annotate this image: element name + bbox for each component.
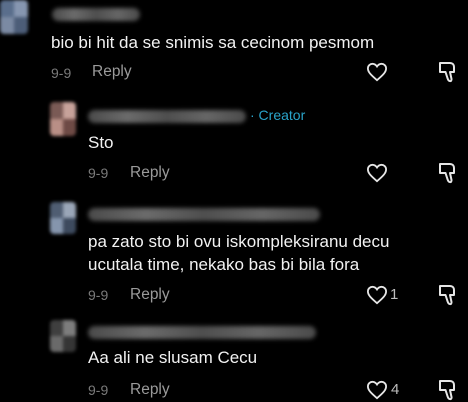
reply-button[interactable]: Reply bbox=[130, 286, 170, 304]
comment-date: 9-9 bbox=[88, 382, 109, 398]
comment-text: Sto bbox=[88, 133, 114, 152]
comment-text-line: pa zato sto bi ovu iskompleksiranu decu bbox=[88, 232, 390, 251]
comment-date: 9-9 bbox=[51, 65, 72, 81]
comment-text: Aa ali ne slusam Cecu bbox=[88, 348, 258, 367]
dislike-icon[interactable] bbox=[437, 60, 459, 84]
like-count: 1 bbox=[390, 286, 399, 303]
dislike-icon[interactable] bbox=[437, 378, 459, 402]
comment-item: · Creator Sto 9-9 Reply bbox=[0, 92, 468, 200]
dislike-icon[interactable] bbox=[437, 283, 459, 307]
comment-text-line: ucutala time, nekako bas bi bila fora bbox=[88, 255, 360, 274]
comment-item: Aa ali ne slusam Cecu 9-9 Reply 4 bbox=[0, 316, 468, 402]
comment-date: 9-9 bbox=[88, 287, 109, 303]
username[interactable] bbox=[88, 326, 316, 339]
avatar[interactable] bbox=[50, 202, 76, 234]
heart-icon[interactable] bbox=[366, 62, 388, 82]
reply-button[interactable]: Reply bbox=[92, 63, 132, 81]
like-count: 4 bbox=[391, 381, 400, 398]
avatar[interactable] bbox=[50, 320, 76, 352]
comment-text: bio bi hit da se snimis sa cecinom pesmo… bbox=[51, 33, 375, 52]
reply-button[interactable]: Reply bbox=[130, 164, 170, 182]
comment-date: 9-9 bbox=[88, 165, 109, 181]
avatar[interactable] bbox=[0, 0, 28, 34]
heart-icon[interactable] bbox=[366, 285, 388, 305]
dislike-icon[interactable] bbox=[437, 161, 459, 185]
comment-item: pa zato sto bi ovu iskompleksiranu decu … bbox=[0, 200, 468, 316]
reply-button[interactable]: Reply bbox=[130, 381, 170, 399]
username[interactable] bbox=[52, 8, 140, 21]
avatar[interactable] bbox=[50, 102, 76, 136]
heart-icon[interactable] bbox=[366, 163, 388, 183]
username[interactable] bbox=[88, 110, 246, 123]
comment-item: bio bi hit da se snimis sa cecinom pesmo… bbox=[0, 0, 468, 92]
creator-badge: · Creator bbox=[250, 107, 306, 123]
heart-icon[interactable] bbox=[366, 380, 388, 400]
username[interactable] bbox=[88, 208, 320, 221]
